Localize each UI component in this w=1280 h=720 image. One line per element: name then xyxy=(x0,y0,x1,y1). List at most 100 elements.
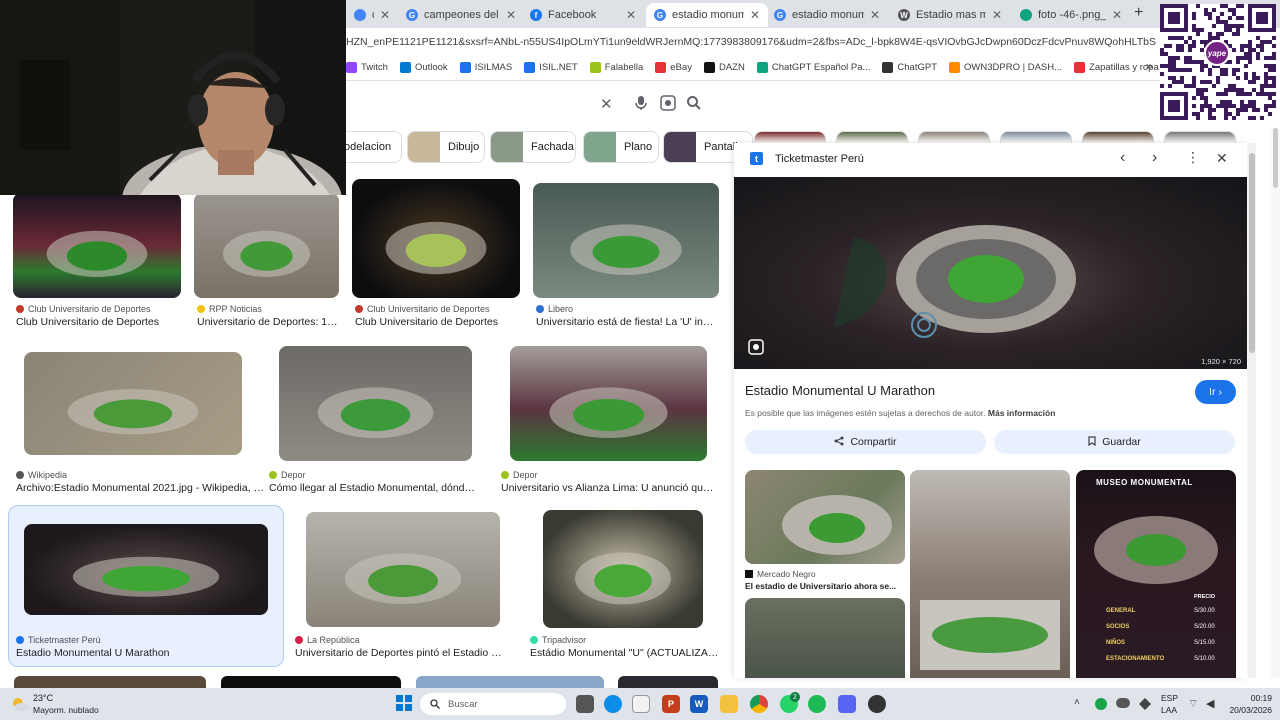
share-button[interactable]: Compartir xyxy=(745,430,986,454)
discord-icon[interactable] xyxy=(838,695,856,713)
result-source[interactable]: Ticketmaster Perú xyxy=(16,635,101,645)
result-source[interactable]: Libero xyxy=(536,304,573,314)
tab-1[interactable]: Gcampeones del 36 - ✕ xyxy=(398,3,524,27)
chrome-icon[interactable] xyxy=(750,695,768,713)
result-source[interactable]: Club Universitario de Deportes xyxy=(16,304,151,314)
next-icon[interactable]: › xyxy=(1152,149,1157,167)
tab-5[interactable]: W Estadio mas monum ✕ xyxy=(890,3,1010,27)
result-source[interactable]: Tripadvisor xyxy=(530,635,586,645)
result-image[interactable] xyxy=(306,512,500,627)
tab-close-icon[interactable]: ✕ xyxy=(506,8,516,22)
bookmark-item[interactable]: DAZN xyxy=(703,61,745,73)
result-image-partial[interactable] xyxy=(618,676,718,688)
related-image[interactable] xyxy=(745,470,905,564)
bookmark-item[interactable]: ChatGPT xyxy=(882,61,937,73)
tray-app-icon[interactable] xyxy=(1095,698,1107,710)
tab-close-icon[interactable]: ✕ xyxy=(870,8,880,22)
store-icon[interactable] xyxy=(632,695,650,713)
obs-icon[interactable] xyxy=(868,695,886,713)
result-source[interactable]: Club Universitario de Deportes xyxy=(355,304,490,314)
result-image-partial[interactable] xyxy=(221,676,401,688)
lens-search-icon[interactable] xyxy=(748,339,764,355)
panel-source[interactable]: Ticketmaster Perú xyxy=(775,153,864,165)
result-title[interactable]: Club Universitario de Deportes xyxy=(16,316,181,328)
filter-chip[interactable]: Dibujo xyxy=(407,131,485,163)
museum-poster-image[interactable]: MUSEO MONUMENTAL PRECIO GENERAL S/30.00 SO… xyxy=(1076,470,1236,678)
search-box[interactable]: ✕ xyxy=(346,86,716,122)
result-title[interactable]: Universitario está de fiesta! La 'U' ina… xyxy=(536,316,716,328)
filter-chip[interactable]: Fachada xyxy=(490,131,576,163)
close-icon[interactable]: ✕ xyxy=(1216,150,1228,167)
save-button[interactable]: Guardar xyxy=(994,430,1235,454)
result-title[interactable]: Universitario de Deportes: 10 ... xyxy=(197,316,339,328)
result-title[interactable]: Estádio Monumental "U" (ACTUALIZADO... xyxy=(530,647,720,659)
related-image[interactable] xyxy=(745,598,905,678)
result-title[interactable]: Club Universitario de Deportes xyxy=(355,316,520,328)
bookmark-item[interactable]: ChatGPT Español Pa... xyxy=(756,61,870,73)
tab-6[interactable]: foto -46-.png_2134 ✕ xyxy=(1012,3,1130,27)
bookmarks-overflow-button[interactable]: » xyxy=(1146,59,1153,73)
result-source[interactable]: Wikipedia xyxy=(16,470,67,480)
weather-temp[interactable]: 23°C xyxy=(33,693,53,703)
result-image[interactable] xyxy=(279,346,472,461)
result-title[interactable]: Cómo llegar al Estadio Monumental, dónde… xyxy=(269,482,479,494)
keyboard-layout[interactable]: LAA xyxy=(1161,705,1177,715)
result-image-partial[interactable] xyxy=(416,676,604,688)
tab-close-icon[interactable]: ✕ xyxy=(626,8,636,22)
page-scrollbar[interactable] xyxy=(1271,128,1280,678)
weather-desc[interactable]: Mayorm. nublado xyxy=(33,705,99,715)
visit-button[interactable]: Ir › xyxy=(1195,380,1236,404)
spotify-icon[interactable] xyxy=(808,695,826,713)
result-source[interactable]: Depor xyxy=(501,470,538,480)
volume-icon[interactable]: ◀ xyxy=(1206,697,1214,710)
search-icon[interactable] xyxy=(686,95,702,115)
microphone-icon[interactable] xyxy=(634,95,648,115)
powerpoint-icon[interactable]: P xyxy=(662,695,680,713)
new-tab-button[interactable]: + xyxy=(1134,4,1143,22)
result-source[interactable]: RPP Noticias xyxy=(197,304,262,314)
result-image[interactable] xyxy=(24,352,242,455)
result-image-partial[interactable] xyxy=(14,676,206,688)
tab-4[interactable]: Gestadio monumental ✕ xyxy=(766,3,888,27)
bookmark-item[interactable]: Twitch xyxy=(346,61,388,73)
previous-icon[interactable]: ‹ xyxy=(1120,149,1125,167)
tab-2[interactable]: f Facebook ✕ xyxy=(522,3,644,27)
more-info-link[interactable]: Más información xyxy=(988,408,1056,418)
related-image[interactable] xyxy=(910,470,1070,678)
bookmark-item[interactable]: eBay xyxy=(655,61,692,73)
tab-close-icon[interactable]: ✕ xyxy=(380,8,390,22)
result-source[interactable]: Depor xyxy=(269,470,306,480)
more-options-icon[interactable]: ⋮ xyxy=(1186,149,1200,166)
panel-title[interactable]: Estadio Monumental U Marathon xyxy=(745,383,935,398)
panel-scrollbar[interactable] xyxy=(1248,143,1256,678)
result-title[interactable]: Universitario de Deportes pintó el Estad… xyxy=(295,647,508,659)
url-text[interactable]: HZN_enPE1121PE1121&sxsrf=ANbL-n55US4IpOL… xyxy=(346,36,1156,48)
bookmark-item[interactable]: ISILMAS xyxy=(459,61,512,73)
wifi-icon[interactable]: ⌔ xyxy=(1188,697,1198,711)
clear-icon[interactable]: ✕ xyxy=(600,95,613,113)
bookmark-item[interactable]: OWN3DPRO | DASH... xyxy=(949,61,1062,73)
result-image[interactable] xyxy=(352,179,520,298)
edge-icon[interactable] xyxy=(604,695,622,713)
result-image[interactable] xyxy=(543,510,703,628)
result-title[interactable]: Universitario vs Alianza Lima: U anunció… xyxy=(501,482,716,494)
bookmark-item[interactable]: Outlook xyxy=(399,61,448,73)
filter-chip[interactable]: Plano xyxy=(583,131,659,163)
word-icon[interactable]: W xyxy=(690,695,708,713)
tab-3[interactable]: Gestadio monumental ✕ xyxy=(646,3,768,27)
result-image[interactable] xyxy=(194,193,339,298)
clock-date[interactable]: 20/03/2026 xyxy=(1222,705,1272,715)
bookmark-item[interactable]: Falabella xyxy=(589,61,643,73)
camera-lens-icon[interactable] xyxy=(660,95,676,115)
preview-image[interactable]: 1,920 × 720 xyxy=(734,177,1247,369)
tray-chevron-icon[interactable]: ˄ xyxy=(1074,697,1080,708)
tab-close-icon[interactable]: ✕ xyxy=(992,8,1002,22)
windows-start-icon[interactable] xyxy=(396,695,412,711)
tab-close-icon[interactable]: ✕ xyxy=(750,8,760,22)
result-source[interactable]: La República xyxy=(295,635,360,645)
bookmark-item[interactable]: ISIL.NET xyxy=(524,61,578,73)
result-image[interactable] xyxy=(13,193,181,298)
tab-0[interactable]: de Va ✕ xyxy=(346,3,398,27)
onedrive-icon[interactable] xyxy=(1116,698,1130,708)
result-image[interactable] xyxy=(533,183,719,298)
